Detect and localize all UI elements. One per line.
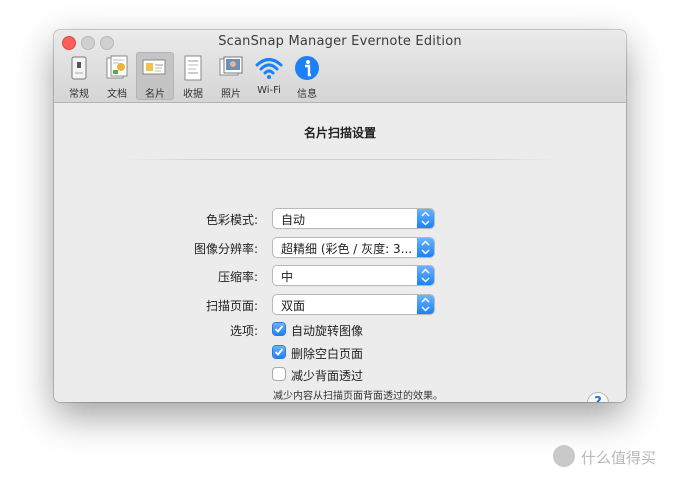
general-icon bbox=[71, 56, 87, 80]
delete-blank-label: 删除空白页面 bbox=[291, 347, 364, 361]
auto-rotate-checkbox[interactable] bbox=[273, 323, 285, 335]
color-mode-select[interactable]: 自动 bbox=[273, 209, 434, 228]
resolution-select[interactable]: 超精细 (彩色 / 灰度: 3... bbox=[273, 238, 434, 257]
tab-info[interactable]: 信息 bbox=[288, 52, 326, 100]
scan-side-value: 双面 bbox=[281, 299, 306, 313]
checkmark-icon bbox=[274, 348, 284, 356]
preferences-window: ScanSnap Manager Evernote Edition 常规 文档 … bbox=[54, 30, 626, 402]
color-mode-label: 色彩模式: bbox=[205, 213, 258, 227]
business-card-icon bbox=[142, 59, 166, 75]
watermark-logo-icon bbox=[553, 445, 575, 467]
info-icon bbox=[295, 56, 319, 80]
option-hint: 减少内容从扫描页面背面透过的效果。 bbox=[273, 391, 443, 402]
chevron-updown-icon bbox=[417, 209, 434, 228]
section-title: 名片扫描设置 bbox=[303, 126, 376, 140]
document-icon bbox=[106, 55, 128, 79]
window-title: ScanSnap Manager Evernote Edition bbox=[218, 34, 462, 49]
help-button[interactable]: ? bbox=[588, 393, 608, 402]
receipt-icon bbox=[184, 55, 202, 81]
compression-label: 压缩率: bbox=[217, 270, 258, 284]
delete-blank-checkbox[interactable] bbox=[273, 346, 285, 358]
reduce-bleed-checkbox[interactable] bbox=[273, 368, 285, 380]
watermark-text: 什么值得买 bbox=[581, 449, 657, 467]
tab-info-label: 信息 bbox=[297, 89, 317, 100]
reduce-bleed-label: 减少背面透过 bbox=[291, 369, 364, 383]
compression-value: 中 bbox=[281, 270, 294, 284]
options-label: 选项: bbox=[229, 324, 258, 338]
divider bbox=[122, 159, 558, 160]
chevron-updown-icon bbox=[417, 295, 434, 314]
auto-rotate-label: 自动旋转图像 bbox=[291, 324, 364, 338]
compression-select[interactable]: 中 bbox=[273, 266, 434, 285]
photo-icon bbox=[219, 56, 243, 76]
color-mode-value: 自动 bbox=[281, 213, 306, 227]
resolution-value: 超精细 (彩色 / 灰度: 3... bbox=[281, 242, 413, 256]
title-bar: ScanSnap Manager Evernote Edition 常规 文档 … bbox=[54, 30, 626, 103]
checkmark-icon bbox=[274, 325, 284, 333]
chevron-updown-icon bbox=[417, 266, 434, 285]
chevron-updown-icon bbox=[417, 238, 434, 257]
resolution-label: 图像分辨率: bbox=[193, 242, 258, 256]
scan-side-label: 扫描页面: bbox=[205, 299, 258, 313]
wifi-icon bbox=[255, 58, 283, 79]
settings-panel: 名片扫描设置 色彩模式: 自动 图像分辨率: 超精细 (彩色 / 灰度: 3..… bbox=[54, 103, 626, 402]
scan-side-select[interactable]: 双面 bbox=[273, 295, 434, 314]
